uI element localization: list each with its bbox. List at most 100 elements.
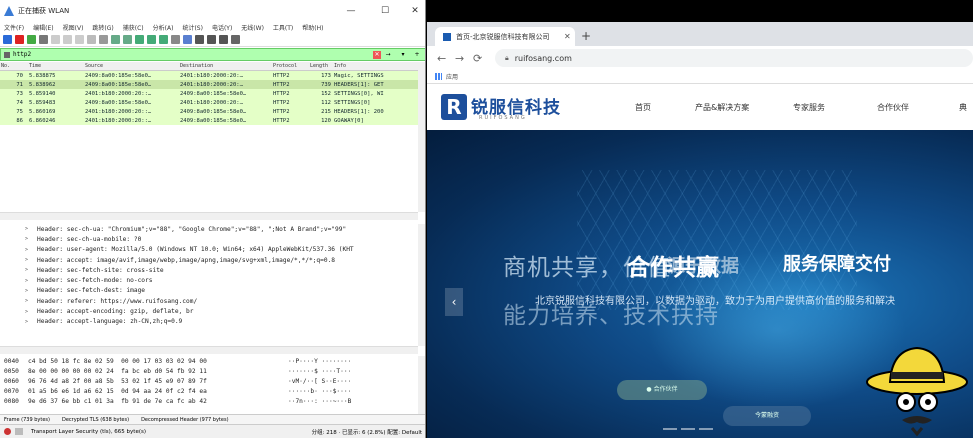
expert-info-icon[interactable] — [4, 428, 11, 435]
apps-icon[interactable] — [435, 73, 442, 80]
normal-size-icon[interactable] — [219, 34, 228, 44]
nav-services[interactable]: 专家服务 — [793, 102, 825, 113]
forward-icon[interactable]: → — [455, 52, 469, 65]
hex-line[interactable]: 0050 8e 00 00 00 00 00 02 24 fa bc eb d0 … — [0, 366, 418, 376]
expand-arrow-icon[interactable]: > — [0, 226, 37, 232]
nav-products[interactable]: 产品&解决方案 — [695, 102, 749, 113]
minimize-icon[interactable]: — — [344, 4, 358, 18]
filter-dropdown-icon[interactable]: ▾ — [396, 51, 410, 59]
menu-item[interactable]: 捕获(C) — [123, 23, 144, 32]
packet-row[interactable]: 75 5.860169 2401:b180:2000:20::… 2409:8a00:… — [0, 107, 425, 116]
display-filter-bar[interactable]: http2 ✕ → ▾ + — [0, 48, 425, 61]
capture-file-icon[interactable] — [15, 428, 23, 435]
zoom-out-icon[interactable] — [207, 34, 216, 44]
save-file-icon[interactable] — [63, 34, 72, 44]
nav-home[interactable]: 首页 — [635, 102, 651, 113]
close-tab-icon[interactable]: ✕ — [564, 32, 571, 41]
menu-item[interactable]: 编辑(E) — [33, 23, 53, 32]
menu-item[interactable]: 工具(T) — [273, 23, 293, 32]
detail-line[interactable]: > Header: sec-ch-ua: "Chromium";v="88", "… — [0, 224, 418, 234]
last-packet-icon[interactable] — [159, 34, 168, 44]
autoscroll-icon[interactable] — [171, 34, 180, 44]
capture-options-icon[interactable] — [39, 34, 48, 44]
col-destination[interactable]: Destination — [180, 63, 273, 69]
bytes-tab[interactable]: Decrypted TLS (638 bytes) — [62, 417, 129, 423]
url-text[interactable]: ruifosang.com — [515, 54, 572, 63]
bookmark-filter-icon[interactable] — [4, 51, 10, 58]
carousel-dot[interactable] — [681, 428, 695, 430]
go-to-packet-icon[interactable] — [135, 34, 144, 44]
expand-arrow-icon[interactable]: > — [0, 247, 37, 253]
colorize-icon[interactable] — [183, 34, 192, 44]
detail-line[interactable]: > Header: sec-fetch-mode: no-cors — [0, 275, 418, 285]
reload-page-icon[interactable]: ⟳ — [473, 52, 487, 65]
detail-line[interactable]: > Header: accept-language: zh-CN,zh;q=0.9 — [0, 317, 418, 327]
resize-columns-icon[interactable] — [231, 34, 240, 44]
carousel-dot[interactable] — [663, 428, 677, 430]
packet-row[interactable]: 73 5.859140 2401:b180:2000:20::… 2409:8a00:… — [0, 89, 425, 98]
detail-line[interactable]: > Header: sec-fetch-site: cross-site — [0, 265, 418, 275]
detail-line[interactable]: > Header: accept-encoding: gzip, deflate,… — [0, 306, 418, 316]
clear-filter-icon[interactable]: ✕ — [373, 51, 381, 59]
go-forward-icon[interactable] — [123, 34, 132, 44]
menu-item[interactable]: 分析(A) — [153, 23, 174, 32]
detail-line[interactable]: > Header: referer: https://www.ruifosang.… — [0, 296, 418, 306]
menu-item[interactable]: 文件(F) — [4, 23, 24, 32]
col-protocol[interactable]: Protocol — [273, 63, 310, 69]
nav-partners[interactable]: 合作伙伴 — [877, 102, 909, 113]
add-filter-button-icon[interactable]: + — [413, 51, 421, 59]
details-hscroll[interactable] — [0, 346, 418, 354]
bookmark-apps[interactable]: 应用 — [446, 72, 458, 81]
browser-tab[interactable]: 首页-北京锐服信科技有限公司 ✕ — [435, 27, 575, 46]
packet-row[interactable]: 70 5.838875 2409:8a00:185e:58e0… 2401:b180:… — [0, 71, 425, 80]
close-file-icon[interactable] — [75, 34, 84, 44]
detail-line[interactable]: > Header: user-agent: Mozilla/5.0 (Window… — [0, 245, 418, 255]
expand-arrow-icon[interactable]: > — [0, 257, 37, 263]
reload-icon[interactable] — [87, 34, 96, 44]
display-filter-input[interactable]: http2 — [13, 51, 31, 58]
expand-arrow-icon[interactable]: > — [0, 298, 37, 304]
carousel-dot[interactable] — [699, 428, 713, 430]
back-icon[interactable]: ← — [437, 52, 451, 65]
col-no[interactable]: No. — [0, 63, 25, 69]
first-packet-icon[interactable] — [147, 34, 156, 44]
packet-list-vscroll[interactable] — [418, 62, 425, 212]
lock-icon[interactable]: 🔒︎ — [505, 54, 509, 63]
detail-line[interactable]: > Header: sec-ch-ua-mobile: ?0 — [0, 234, 418, 244]
expand-arrow-icon[interactable]: > — [0, 267, 37, 273]
packet-row[interactable]: 86 6.860246 2401:b180:2000:20::… 2409:8a00:… — [0, 116, 425, 125]
hex-line[interactable]: 0040 c4 bd 50 18 fc 8e 02 59 00 00 17 03 … — [0, 356, 418, 366]
open-file-icon[interactable] — [51, 34, 60, 44]
hero-button-partners[interactable]: ● 合作伙伴 — [617, 380, 707, 400]
company-logo-icon[interactable]: R — [441, 94, 467, 120]
go-back-icon[interactable] — [111, 34, 120, 44]
details-vscroll[interactable] — [418, 224, 425, 346]
expand-arrow-icon[interactable]: > — [0, 288, 37, 294]
col-time[interactable]: Time — [25, 63, 85, 69]
col-source[interactable]: Source — [85, 63, 180, 69]
start-capture-icon[interactable] — [3, 34, 12, 44]
packet-row[interactable]: 71 5.838962 2409:8a00:185e:58e0… 2401:b180:… — [0, 80, 425, 89]
col-info[interactable]: Info — [334, 63, 425, 69]
restart-capture-icon[interactable] — [27, 34, 36, 44]
bytes-tab[interactable]: Frame (739 bytes) — [4, 417, 50, 423]
hex-line[interactable]: 0060 96 76 4d a8 2f 00 a8 5b 53 02 1f 45 … — [0, 376, 418, 386]
expand-arrow-icon[interactable]: > — [0, 236, 37, 242]
menu-item[interactable]: 统计(S) — [182, 23, 203, 32]
menu-item[interactable]: 电话(Y) — [212, 23, 232, 32]
apply-filter-icon[interactable]: → — [384, 51, 392, 59]
detail-line[interactable]: > Header: accept: image/avif,image/webp,i… — [0, 255, 418, 265]
expand-arrow-icon[interactable]: > — [0, 309, 37, 315]
packet-list-hscroll[interactable] — [0, 212, 418, 220]
expand-arrow-icon[interactable]: > — [0, 278, 37, 284]
packet-row[interactable]: 74 5.859483 2409:8a00:185e:58e0… 2401:b180:… — [0, 98, 425, 107]
find-packet-icon[interactable] — [99, 34, 108, 44]
detail-line[interactable]: > Header: sec-fetch-dest: image — [0, 286, 418, 296]
carousel-prev-icon[interactable]: ‹ — [445, 288, 463, 316]
expand-arrow-icon[interactable]: > — [0, 319, 37, 325]
new-tab-icon[interactable]: + — [581, 29, 591, 43]
menu-item[interactable]: 跳转(G) — [92, 23, 113, 32]
nav-cases[interactable]: 典 — [959, 102, 967, 113]
hex-line[interactable]: 0070 01 a5 b6 e6 1d a6 62 15 0d 94 aa 24 … — [0, 386, 418, 396]
menu-item[interactable]: 帮助(H) — [302, 23, 323, 32]
